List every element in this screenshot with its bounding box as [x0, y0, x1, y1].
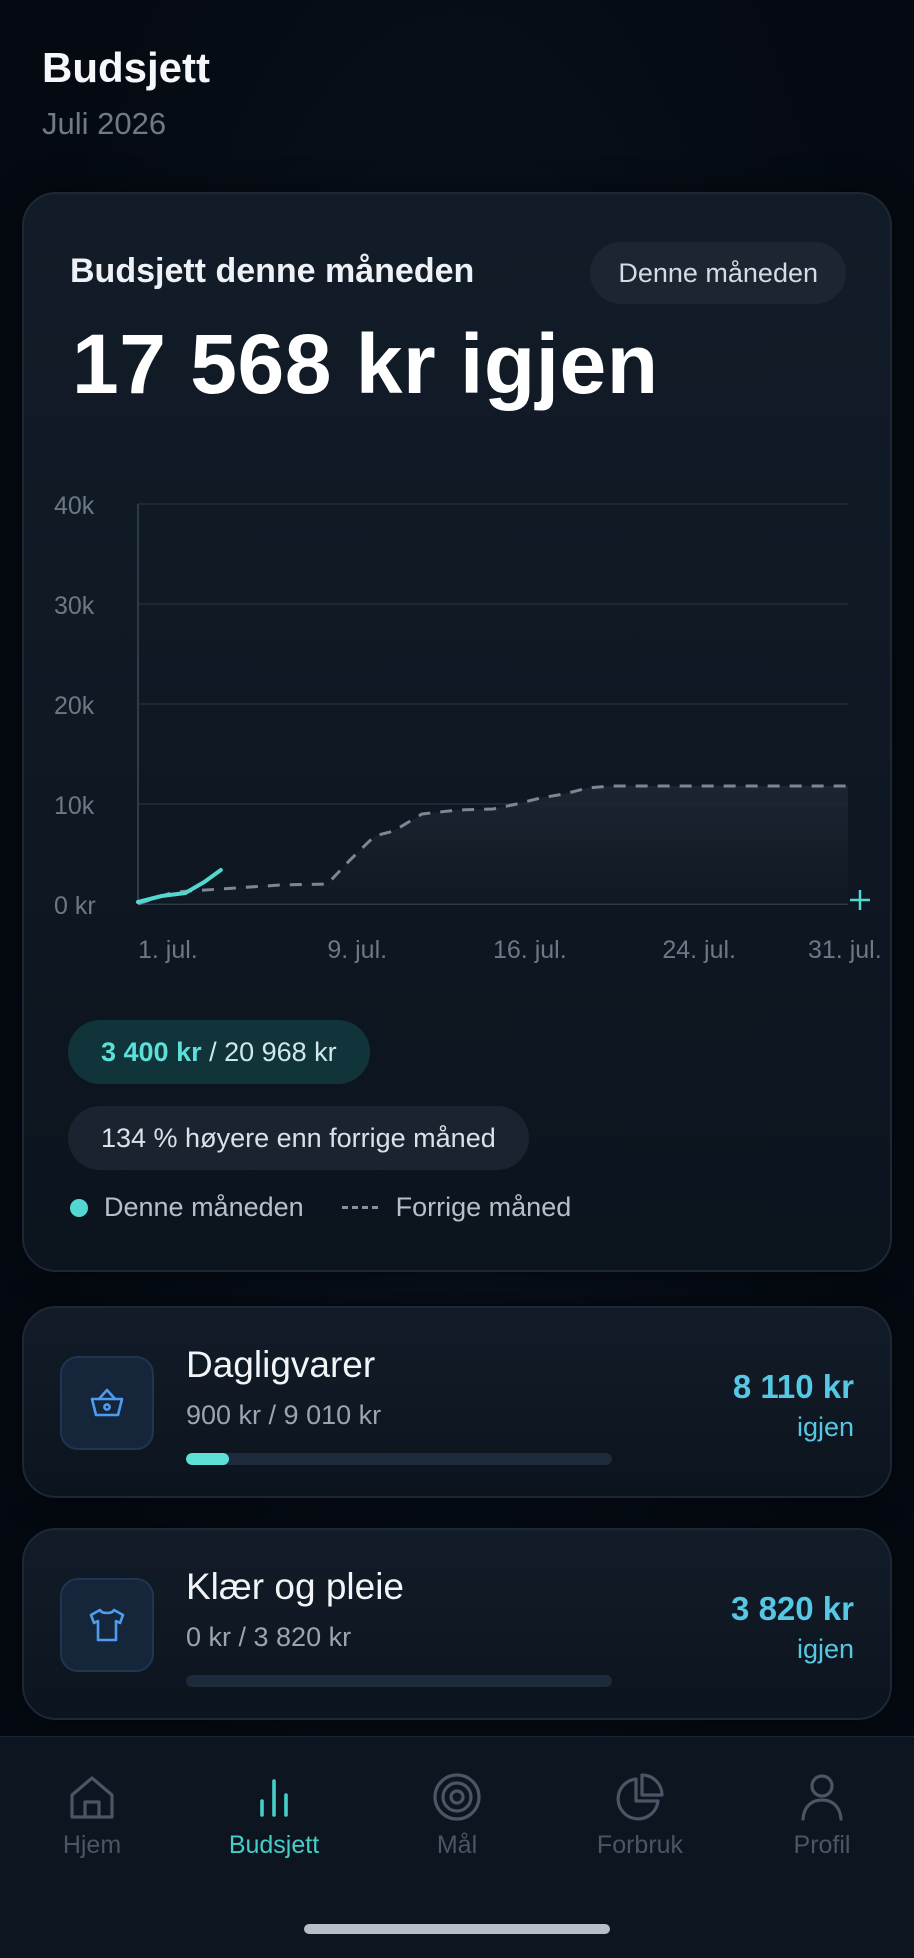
tab-label: Budsjett	[228, 1831, 320, 1859]
category-progress-bar	[186, 1675, 612, 1687]
tab-home[interactable]: Hjem	[2, 1769, 182, 1860]
pie-chart-icon	[616, 1773, 664, 1821]
budget-card-heading: Budsjett denne måneden	[70, 252, 475, 290]
category-spent: 0 kr / 3 820 kr	[186, 1622, 352, 1652]
category-card-groceries[interactable]: Dagligvarer 900 kr / 9 010 kr 8 110 kr i…	[22, 1306, 892, 1498]
category-remaining-amount: 8 110 kr	[732, 1368, 854, 1405]
category-remaining-amount: 3 820 kr	[731, 1590, 854, 1627]
basket-icon	[60, 1356, 154, 1450]
tab-label: Mål	[436, 1831, 478, 1859]
budget-screen: Budsjett Juli 2026 Budsjett denne månede…	[0, 0, 914, 1958]
y-tick-label: 40k	[54, 492, 95, 520]
remaining-amount: 17 568 kr igjen	[72, 317, 659, 411]
category-progress-fill	[186, 1453, 229, 1465]
tab-goals[interactable]: Mål	[367, 1769, 547, 1860]
bar-chart-icon	[260, 1779, 288, 1817]
category-remaining-label: igjen	[796, 1412, 854, 1442]
x-tick-label: 31. jul.	[808, 936, 882, 964]
category-name: Klær og pleie	[186, 1566, 405, 1607]
legend-previous-label: Forrige måned	[395, 1192, 572, 1222]
category-progress-bar	[186, 1453, 612, 1465]
legend-dot-current	[70, 1198, 88, 1217]
spent-of-budget-pill: 3 400 kr / 20 968 kr	[68, 1020, 370, 1084]
spending-chart-svg: 40k 30k 20k 10k 0 kr 1. jul. 9. jul. 16. jul. 24…	[54, 492, 882, 964]
y-tick-label: 0 kr	[54, 892, 96, 920]
category-spent: 900 kr / 9 010 kr	[186, 1400, 382, 1430]
y-tick-label: 30k	[54, 592, 95, 620]
home-indicator	[304, 1924, 610, 1934]
chart-legend: Denne måneden Forrige måned	[68, 1192, 571, 1223]
x-tick-label: 16. jul.	[493, 936, 567, 964]
tab-label: Forbruk	[596, 1831, 684, 1859]
page-subtitle: Juli 2026	[42, 106, 167, 141]
period-selector-chip[interactable]: Denne måneden	[590, 242, 846, 304]
y-tick-label: 20k	[54, 692, 95, 720]
tab-label: Hjem	[62, 1831, 122, 1859]
category-card-clothes[interactable]: Klær og pleie 0 kr / 3 820 kr 3 820 kr i…	[22, 1528, 892, 1720]
tab-spending[interactable]: Forbruk	[550, 1769, 730, 1860]
tab-label: Profil	[793, 1831, 851, 1859]
add-icon[interactable]	[850, 890, 870, 910]
comparison-pill: 134 % høyere enn forrige måned	[68, 1106, 529, 1170]
y-tick-label: 10k	[54, 792, 95, 820]
target-icon	[433, 1773, 481, 1821]
legend-current-label: Denne måneden	[104, 1192, 304, 1222]
x-tick-label: 9. jul.	[327, 936, 387, 964]
spent-amount: 3 400 kr	[101, 1037, 202, 1067]
tshirt-icon	[60, 1578, 154, 1672]
monthly-budget-card: Budsjett denne måneden Denne måneden 17 …	[22, 192, 892, 1272]
category-name: Dagligvarer	[186, 1344, 376, 1385]
legend-dash-previous	[341, 1206, 378, 1209]
spending-chart: 40k 30k 20k 10k 0 kr 1. jul. 9. jul. 16. jul. 24…	[24, 474, 894, 974]
tab-budget[interactable]: Budsjett	[184, 1769, 364, 1860]
x-tick-label: 1. jul.	[138, 936, 198, 964]
category-remaining-label: igjen	[796, 1634, 854, 1664]
x-tick-label: 24. jul.	[662, 936, 736, 964]
page-title: Budsjett	[42, 44, 210, 91]
home-icon	[70, 1776, 114, 1819]
budget-total: / 20 968 kr	[201, 1037, 337, 1067]
person-icon	[801, 1774, 843, 1821]
tab-profile[interactable]: Profil	[732, 1769, 912, 1860]
